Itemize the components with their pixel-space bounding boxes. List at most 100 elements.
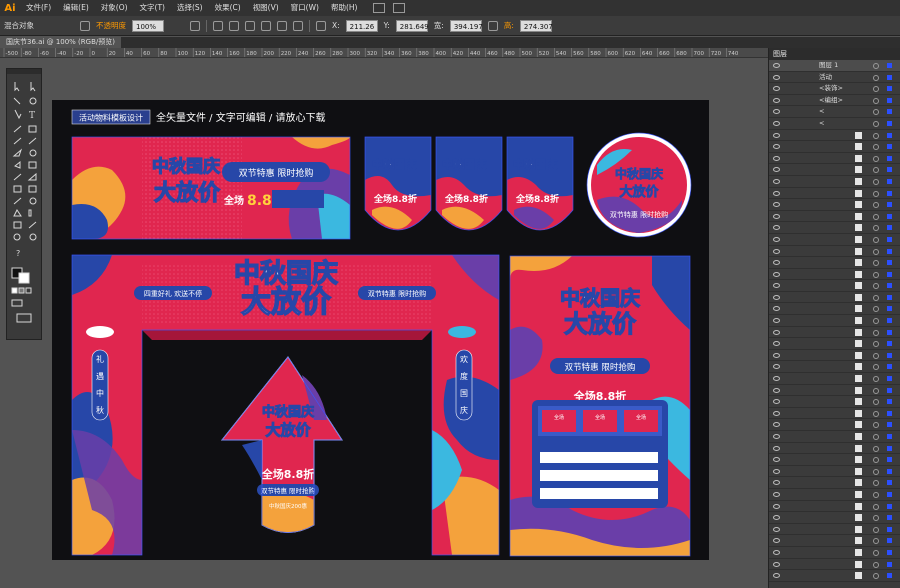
visibility-eye-icon[interactable] — [773, 410, 780, 416]
artboard-canvas[interactable]: 活动物料模板设计 全矢量文件 / 文字可编辑 / 请放心下载 中秋国庆 大放价 … — [52, 100, 709, 560]
target-circle-icon[interactable] — [873, 457, 879, 464]
menu-item[interactable]: 编辑(E) — [57, 0, 95, 16]
align-middle-icon[interactable] — [277, 20, 287, 31]
target-circle-icon[interactable] — [873, 74, 879, 81]
layer-row[interactable] — [769, 130, 900, 142]
layer-row[interactable] — [769, 327, 900, 339]
layer-row[interactable] — [769, 547, 900, 559]
selection-square-icon[interactable] — [887, 132, 892, 138]
selection-square-icon[interactable] — [887, 213, 892, 219]
selection-square-icon[interactable] — [887, 515, 892, 521]
layer-row[interactable] — [769, 524, 900, 536]
opacity-input[interactable]: 100% — [132, 19, 164, 32]
target-circle-icon[interactable] — [873, 399, 879, 406]
target-circle-icon[interactable] — [873, 178, 879, 185]
target-circle-icon[interactable] — [873, 549, 879, 556]
selection-square-icon[interactable] — [887, 74, 892, 80]
x-input[interactable]: 211.26 — [345, 19, 378, 32]
target-circle-icon[interactable] — [873, 573, 879, 580]
selection-square-icon[interactable] — [887, 329, 892, 335]
visibility-eye-icon[interactable] — [773, 399, 780, 405]
visibility-eye-icon[interactable] — [773, 271, 780, 277]
selection-square-icon[interactable] — [887, 190, 892, 196]
menu-item[interactable]: 帮助(H) — [325, 0, 364, 16]
layer-row[interactable] — [769, 361, 900, 374]
visibility-eye-icon[interactable] — [773, 120, 780, 126]
visibility-eye-icon[interactable] — [773, 457, 780, 463]
layer-row[interactable] — [769, 477, 900, 489]
target-circle-icon[interactable] — [873, 155, 879, 162]
layer-row[interactable] — [769, 466, 900, 478]
target-circle-icon[interactable] — [873, 515, 879, 522]
layer-row[interactable]: <编组> — [769, 95, 900, 107]
target-circle-icon[interactable] — [873, 144, 879, 151]
selection-square-icon[interactable] — [887, 549, 892, 555]
layer-row[interactable] — [769, 303, 900, 316]
layer-row[interactable] — [769, 419, 900, 431]
selection-square-icon[interactable] — [887, 341, 892, 347]
layer-row[interactable] — [769, 559, 900, 571]
layer-row[interactable] — [769, 535, 900, 547]
layer-row[interactable] — [769, 164, 900, 176]
selection-square-icon[interactable] — [887, 236, 892, 242]
menu-item[interactable]: 选择(S) — [171, 0, 209, 16]
target-circle-icon[interactable] — [873, 306, 879, 313]
visibility-eye-icon[interactable] — [773, 538, 780, 544]
visibility-eye-icon[interactable] — [773, 515, 780, 521]
document-tab[interactable]: 国庆节36.ai @ 100% (RGB/预览) — [0, 37, 121, 48]
selection-square-icon[interactable] — [887, 248, 892, 254]
align-bottom-icon[interactable] — [293, 20, 303, 31]
visibility-eye-icon[interactable] — [773, 561, 780, 567]
target-circle-icon[interactable] — [873, 561, 879, 568]
visibility-eye-icon[interactable] — [773, 155, 780, 161]
selection-square-icon[interactable] — [887, 318, 892, 324]
opacity-label[interactable]: 不透明度 — [96, 20, 126, 31]
target-circle-icon[interactable] — [873, 97, 879, 104]
selection-square-icon[interactable] — [887, 63, 892, 68]
target-circle-icon[interactable] — [873, 236, 879, 243]
visibility-eye-icon[interactable] — [773, 434, 780, 439]
visibility-eye-icon[interactable] — [773, 526, 780, 532]
target-circle-icon[interactable] — [873, 260, 879, 267]
selection-square-icon[interactable] — [887, 364, 892, 370]
horizontal-ruler[interactable]: -500 -80 -60 -40 -20 0 20 40 60 80 100 120 140 160 180… — [0, 48, 768, 58]
h-input[interactable]: 274.307 — [519, 19, 553, 32]
layer-row[interactable] — [769, 246, 900, 258]
layer-row[interactable] — [769, 315, 900, 327]
selection-square-icon[interactable] — [887, 538, 892, 544]
menu-item[interactable]: 文字(T) — [134, 0, 171, 16]
target-circle-icon[interactable] — [873, 167, 879, 174]
selection-square-icon[interactable] — [887, 387, 892, 393]
selection-square-icon[interactable] — [887, 202, 892, 208]
selection-square-icon[interactable] — [887, 260, 892, 266]
visibility-eye-icon[interactable] — [773, 329, 780, 335]
selection-square-icon[interactable] — [887, 503, 892, 509]
menu-item[interactable]: 文件(F) — [20, 0, 57, 16]
selection-square-icon[interactable] — [887, 167, 892, 173]
visibility-eye-icon[interactable] — [773, 387, 780, 393]
layer-row[interactable] — [769, 408, 900, 420]
target-circle-icon[interactable] — [873, 352, 879, 359]
target-circle-icon[interactable] — [873, 434, 879, 440]
layer-row[interactable] — [769, 385, 900, 397]
visibility-eye-icon[interactable] — [773, 480, 780, 486]
align-left-icon[interactable] — [213, 20, 223, 31]
selection-square-icon[interactable] — [887, 422, 892, 428]
layer-row[interactable] — [769, 350, 900, 362]
visibility-eye-icon[interactable] — [773, 97, 780, 103]
visibility-eye-icon[interactable] — [773, 178, 780, 184]
selection-square-icon[interactable] — [887, 86, 892, 92]
layer-row[interactable] — [769, 211, 900, 223]
layer-row[interactable] — [769, 570, 900, 582]
layer-row[interactable]: 活动 — [769, 72, 900, 84]
layer-row[interactable]: <装饰> — [769, 83, 900, 95]
layer-row[interactable]: < — [769, 118, 900, 130]
visibility-eye-icon[interactable] — [773, 503, 780, 509]
layers-tab[interactable]: 图层 — [769, 48, 900, 60]
target-circle-icon[interactable] — [873, 387, 879, 394]
layer-row[interactable] — [769, 269, 900, 281]
target-circle-icon[interactable] — [873, 132, 879, 139]
visibility-eye-icon[interactable] — [773, 341, 780, 347]
visibility-eye-icon[interactable] — [773, 306, 780, 312]
layer-row[interactable] — [769, 280, 900, 292]
